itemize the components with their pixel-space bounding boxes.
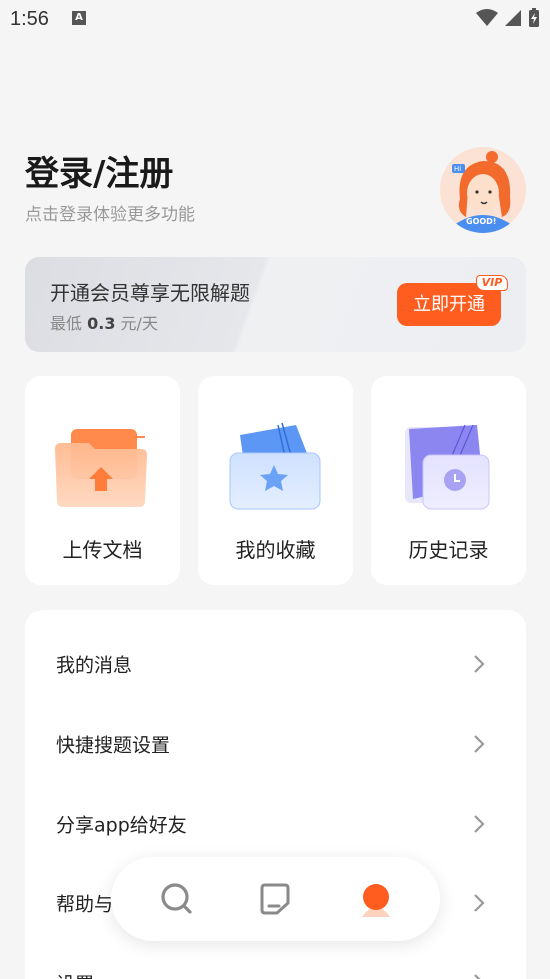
quick-card-history[interactable]: 历史记录 [371, 376, 526, 585]
quick-card-label: 我的收藏 [235, 538, 316, 562]
menu-item-messages[interactable]: 我的消息 [25, 624, 526, 704]
login-register-title[interactable]: 登录/注册 [25, 146, 173, 195]
menu-item-label: 设置 [56, 970, 94, 979]
search-icon [161, 883, 192, 914]
menu-item-label: 帮助与 [56, 893, 114, 916]
quick-card-favorites[interactable]: 我的收藏 [198, 376, 353, 585]
quick-card-label: 上传文档 [62, 538, 143, 562]
quick-card-label: 历史记录 [408, 538, 489, 562]
notification-icon: A [72, 11, 86, 25]
chevron-right-icon [474, 974, 481, 979]
menu-item-label: 我的消息 [56, 654, 133, 677]
signal-icon [505, 10, 521, 26]
nav-search-button[interactable] [157, 879, 197, 919]
chevron-right-icon [474, 655, 485, 673]
vip-price: 最低 0.3 元/天 [50, 314, 158, 333]
chevron-right-icon [474, 735, 485, 753]
document-icon [260, 883, 290, 915]
svg-text:GOOD!: GOOD! [466, 217, 496, 226]
menu-item-share-app[interactable]: 分享app给好友 [25, 784, 526, 864]
menu-item-settings[interactable]: 设置 [25, 943, 526, 979]
avatar[interactable]: Hi GOOD! [440, 147, 526, 233]
profile-icon [362, 884, 390, 917]
vip-price-value: 0.3 [87, 314, 116, 333]
menu-item-label: 快捷搜题设置 [56, 734, 171, 757]
login-subtitle[interactable]: 点击登录体验更多功能 [25, 200, 195, 225]
nav-document-button[interactable] [255, 879, 295, 919]
battery-icon [529, 8, 539, 27]
chevron-right-icon [474, 894, 485, 912]
menu-item-quick-search-settings[interactable]: 快捷搜题设置 [25, 704, 526, 784]
wifi-icon [476, 9, 498, 26]
vip-title: 开通会员尊享无限解题 [50, 281, 250, 305]
status-bar: 1:56 A [0, 0, 550, 38]
svg-text:Hi: Hi [454, 165, 461, 173]
vip-tag: VIP [476, 275, 508, 291]
avatar-illustration-icon: Hi GOOD! [440, 147, 526, 233]
upload-folder-icon [55, 429, 147, 507]
star-folder-icon [229, 422, 321, 510]
history-clock-icon [405, 424, 490, 510]
bottom-nav [111, 857, 440, 941]
quick-card-upload[interactable]: 上传文档 [25, 376, 180, 585]
vip-banner[interactable]: 开通会员尊享无限解题 最低 0.3 元/天 立即开通 VIP [25, 257, 526, 352]
nav-profile-button[interactable] [356, 879, 396, 919]
status-time: 1:56 [10, 8, 49, 30]
menu-item-label: 分享app给好友 [56, 814, 187, 837]
chevron-right-icon [474, 815, 485, 833]
